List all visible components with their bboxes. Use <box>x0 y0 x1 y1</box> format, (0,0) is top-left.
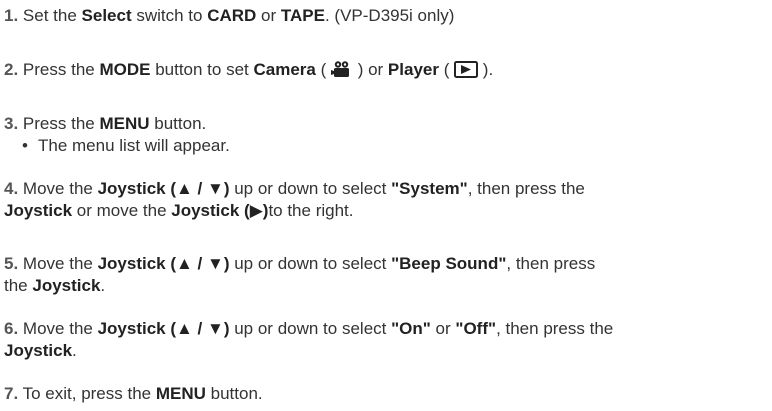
step-6: 6. Move the Joystick (▲ / ▼) up or down … <box>4 318 764 362</box>
step-number: 5. <box>4 254 19 273</box>
step-keyword: Player <box>387 60 439 79</box>
step-text: ) or <box>352 60 388 79</box>
step-keyword: "Beep Sound" <box>391 254 507 273</box>
step-text: . (VP-D395i only) <box>324 6 455 25</box>
step-text: Set the <box>22 6 82 25</box>
bullet-dot: • <box>22 136 28 155</box>
step-keyword: Joystick (▲ / ▼) <box>97 254 230 273</box>
step-text: Move the <box>22 179 98 198</box>
step-keyword: Joystick (▲ / ▼) <box>97 179 230 198</box>
step-text: up or down to select <box>229 319 392 338</box>
step-keyword: Joystick <box>4 341 73 360</box>
step-number: 1. <box>4 6 19 25</box>
step-text: , then press <box>506 254 596 273</box>
step-keyword: CARD <box>207 6 257 25</box>
step-keyword: MENU <box>99 114 150 133</box>
step-text: ( <box>438 60 455 79</box>
step-text: to the right. <box>268 201 354 220</box>
step-2: 2. Press the MODE button to set Camera (… <box>4 59 764 84</box>
step-text: or <box>430 319 456 338</box>
step-keyword: TAPE <box>280 6 325 25</box>
step-text: , then press the <box>467 179 585 198</box>
step-number: 2. <box>4 60 19 79</box>
step-text: Move the <box>22 254 98 273</box>
step-text: up or down to select <box>229 254 392 273</box>
step-4: 4. Move the Joystick (▲ / ▼) up or down … <box>4 178 764 222</box>
instruction-document: 1. Set the Select switch to CARD or TAPE… <box>0 0 772 411</box>
step-keyword: "System" <box>391 179 468 198</box>
step-text: . <box>72 341 77 360</box>
step-5: 5. Move the Joystick (▲ / ▼) up or down … <box>4 253 764 297</box>
step-text: button. <box>205 384 263 403</box>
step-text: Press the <box>22 114 100 133</box>
step-text: To exit, press the <box>22 384 156 403</box>
step-text: switch to <box>131 6 208 25</box>
step-keyword: Joystick <box>4 201 73 220</box>
step-keyword: Camera <box>253 60 316 79</box>
step-keyword: "Off" <box>455 319 497 338</box>
step-text: ( <box>315 60 331 79</box>
step-text: up or down to select <box>229 179 392 198</box>
step-text: , then press the <box>496 319 614 338</box>
step-text: the <box>4 276 33 295</box>
player-mode-icon <box>454 61 479 84</box>
step-text: . <box>100 276 106 295</box>
step-number: 4. <box>4 179 19 198</box>
step-keyword: Joystick (▶) <box>171 201 269 220</box>
step-keyword: Joystick <box>32 276 101 295</box>
step-keyword: "On" <box>391 319 431 338</box>
step-3: 3. Press the MENU button. • The menu list… <box>4 113 764 157</box>
step-text: Press the <box>22 60 100 79</box>
step-number: 6. <box>4 319 19 338</box>
step-number: 7. <box>4 384 19 403</box>
step-text: button. <box>149 114 207 133</box>
step-text: button to set <box>150 60 254 79</box>
step-keyword: Select <box>81 6 132 25</box>
step-text: Move the <box>22 319 98 338</box>
step-text: or <box>256 6 281 25</box>
step-keyword: Joystick (▲ / ▼) <box>97 319 230 338</box>
step-1: 1. Set the Select switch to CARD or TAPE… <box>4 5 764 27</box>
step-keyword: MODE <box>99 60 151 79</box>
step-text: or move the <box>72 201 172 220</box>
step-text: ). <box>478 60 494 79</box>
bullet-text: The menu list will appear. <box>38 136 230 155</box>
step-number: 3. <box>4 114 19 133</box>
step-keyword: MENU <box>155 384 206 403</box>
camera-mode-icon <box>330 60 353 84</box>
step-7: 7. To exit, press the MENU button. <box>4 383 764 405</box>
bullet-item: • The menu list will appear. <box>4 135 764 157</box>
